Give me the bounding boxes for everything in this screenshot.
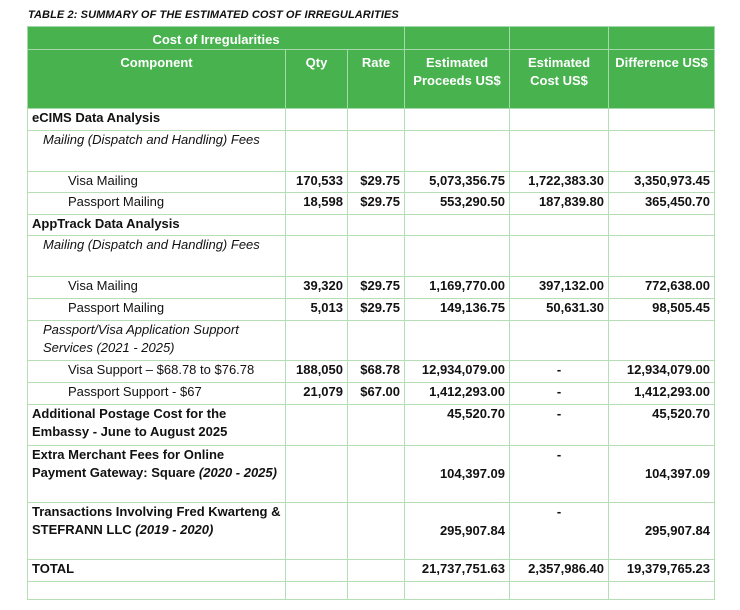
- table-row: Visa Mailing 39,320 $29.75 1,169,770.00 …: [27, 276, 716, 299]
- table-row: Passport Mailing 5,013 $29.75 149,136.75…: [27, 298, 716, 321]
- table-row: Transactions Involving Fred Kwarteng & S…: [27, 502, 716, 560]
- table-row: Passport Support - $67 21,079 $67.00 1,4…: [27, 382, 716, 405]
- cost-cell: -: [509, 382, 610, 405]
- section-label: eCIMS Data Analysis: [27, 108, 286, 131]
- row-label: Visa Mailing: [27, 171, 286, 193]
- cost-cell: -: [509, 445, 610, 503]
- cost-cell: -: [509, 502, 610, 560]
- proceeds-cell: 5,073,356.75: [404, 171, 511, 193]
- cost-cell: -: [509, 360, 610, 383]
- qty-cell: 170,533: [285, 171, 348, 193]
- diff-cell: 19,379,765.23: [608, 559, 716, 582]
- header-qty: Qty: [285, 49, 348, 109]
- cost-cell: -: [509, 404, 610, 446]
- table-row: Visa Mailing 170,533 $29.75 5,073,356.75…: [27, 171, 716, 193]
- subsection-label: Mailing (Dispatch and Handling) Fees: [27, 235, 286, 277]
- total-row: TOTAL 21,737,751.63 2,357,986.40 19,379,…: [27, 559, 716, 582]
- section-row: AppTrack Data Analysis: [27, 214, 716, 236]
- row-label: TOTAL: [27, 559, 286, 582]
- rate-cell: $29.75: [346, 192, 406, 215]
- row-label-period: (2020 - 2025): [198, 464, 277, 480]
- qty-cell: 188,050: [285, 360, 348, 383]
- row-label: Passport Mailing: [27, 298, 286, 321]
- row-label: Extra Merchant Fees for Online Payment G…: [27, 445, 286, 503]
- diff-cell: 98,505.45: [608, 298, 716, 321]
- header-proceeds: Estimated Proceeds US$: [404, 49, 511, 109]
- diff-cell: 365,450.70: [608, 192, 716, 215]
- proceeds-cell: 553,290.50: [404, 192, 511, 215]
- row-label: Transactions Involving Fred Kwarteng & S…: [27, 502, 286, 560]
- row-label: Visa Mailing: [27, 276, 286, 299]
- table-row: Visa Support – $68.78 to $76.78 188,050 …: [27, 360, 716, 383]
- proceeds-cell: 149,136.75: [404, 298, 511, 321]
- diff-cell: 3,350,973.45: [608, 171, 716, 193]
- cost-cell: 1,722,383.30: [509, 171, 610, 193]
- proceeds-cell: 1,412,293.00: [404, 382, 511, 405]
- proceeds-cell: 12,934,079.00: [404, 360, 511, 383]
- row-label: Visa Support – $68.78 to $76.78: [27, 360, 286, 383]
- diff-cell: 772,638.00: [608, 276, 716, 299]
- cost-cell: 187,839.80: [509, 192, 610, 215]
- section-label: AppTrack Data Analysis: [27, 214, 286, 236]
- subsection-row: Passport/Visa Application Support Servic…: [27, 320, 716, 361]
- table-caption: TABLE 2: SUMMARY OF THE ESTIMATED COST O…: [28, 9, 399, 21]
- blank-row: [27, 581, 716, 600]
- cost-cell: 397,132.00: [509, 276, 610, 299]
- diff-cell: 104,397.09: [608, 445, 716, 503]
- proceeds-cell: 1,169,770.00: [404, 276, 511, 299]
- table-row: Passport Mailing 18,598 $29.75 553,290.5…: [27, 192, 716, 215]
- subsection-label: Mailing (Dispatch and Handling) Fees: [27, 130, 286, 172]
- diff-cell: 1,412,293.00: [608, 382, 716, 405]
- row-label-period: (2019 - 2020): [135, 521, 214, 537]
- diff-cell: 12,934,079.00: [608, 360, 716, 383]
- subsection-row: Mailing (Dispatch and Handling) Fees: [27, 130, 716, 172]
- rate-cell: $29.75: [346, 171, 406, 193]
- qty-cell: 18,598: [285, 192, 348, 215]
- header-rate: Rate: [346, 49, 406, 109]
- qty-cell: 39,320: [285, 276, 348, 299]
- proceeds-cell: 45,520.70: [404, 404, 511, 446]
- subsection-label: Passport/Visa Application Support Servic…: [27, 320, 286, 361]
- header-difference: Difference US$: [608, 49, 716, 109]
- proceeds-cell: 21,737,751.63: [404, 559, 511, 582]
- rate-cell: $67.00: [346, 382, 406, 405]
- header-group-label: Cost of Irregularities: [26, 26, 406, 50]
- header-row: Component Qty Rate Estimated Proceeds US…: [27, 49, 716, 109]
- table-row: Extra Merchant Fees for Online Payment G…: [27, 445, 716, 503]
- diff-cell: 45,520.70: [608, 404, 716, 446]
- qty-cell: 21,079: [285, 382, 348, 405]
- proceeds-cell: 104,397.09: [404, 445, 511, 503]
- header-row-group: Cost of Irregularities: [26, 26, 716, 50]
- cost-table: Cost of Irregularities Component Qty Rat…: [26, 26, 716, 600]
- table-row: Additional Postage Cost for the Embassy …: [27, 404, 716, 446]
- diff-cell: 295,907.84: [608, 502, 716, 560]
- rate-cell: $29.75: [346, 276, 406, 299]
- row-label: Passport Support - $67: [27, 382, 286, 405]
- row-label: Additional Postage Cost for the Embassy …: [27, 404, 286, 446]
- header-component: Component: [27, 49, 286, 109]
- subsection-row: Mailing (Dispatch and Handling) Fees: [27, 235, 716, 277]
- rate-cell: $68.78: [346, 360, 406, 383]
- qty-cell: 5,013: [285, 298, 348, 321]
- cost-cell: 50,631.30: [509, 298, 610, 321]
- proceeds-cell: 295,907.84: [404, 502, 511, 560]
- section-row: eCIMS Data Analysis: [27, 108, 716, 131]
- rate-cell: $29.75: [346, 298, 406, 321]
- cost-cell: 2,357,986.40: [509, 559, 610, 582]
- row-label: Passport Mailing: [27, 192, 286, 215]
- header-cost: Estimated Cost US$: [509, 49, 610, 109]
